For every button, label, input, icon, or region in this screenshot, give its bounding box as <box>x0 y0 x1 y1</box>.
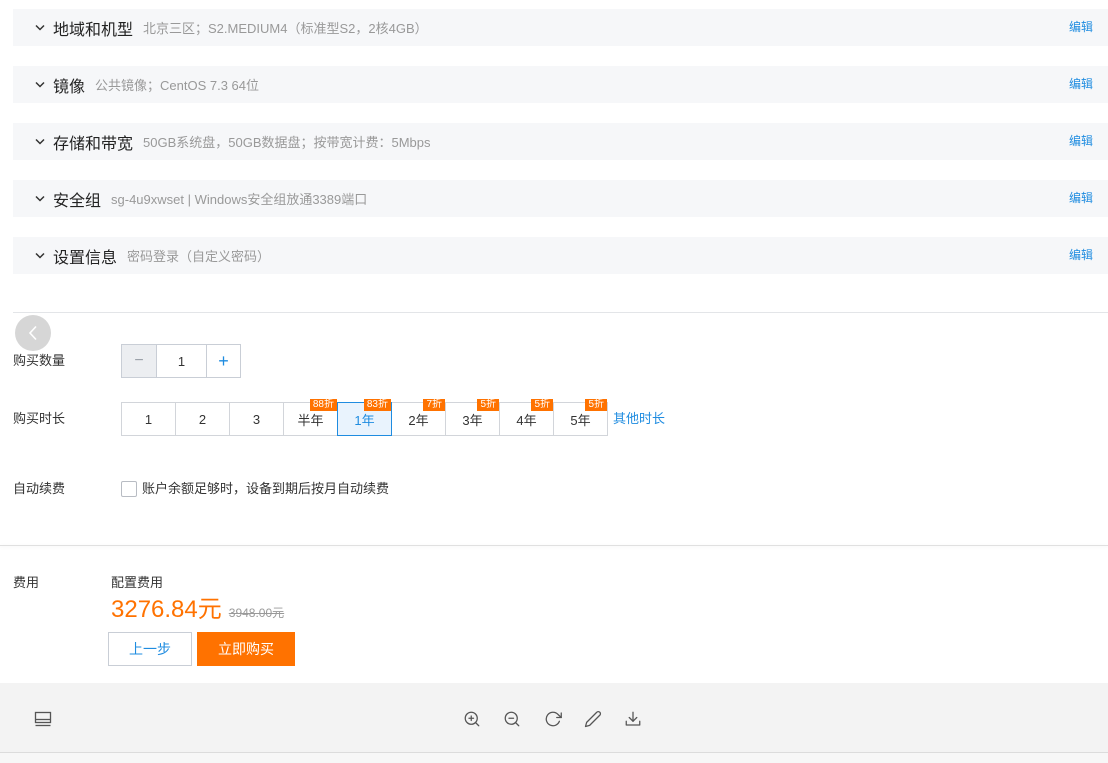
duration-selector: 1 2 3 半年 88折 1年 83折 2年 7折 3年 5折 4年 5折 5年… <box>121 399 608 436</box>
price-line: 3276.84元 3948.00元 <box>111 594 284 626</box>
quantity-label: 购买数量 <box>13 353 66 368</box>
buy-now-button[interactable]: 立即购买 <box>197 632 295 666</box>
chevron-left-icon[interactable] <box>28 325 38 341</box>
discount-badge: 7折 <box>423 399 445 411</box>
increment-button[interactable]: + <box>206 345 240 377</box>
edit-link[interactable]: 编辑 <box>1069 237 1093 274</box>
chevron-down-icon[interactable] <box>35 195 45 202</box>
duration-option-label: 1年 <box>354 412 375 428</box>
section-header-text: 存储和带宽 50GB系统盘，50GB数据盘；按带宽计费：5Mbps <box>53 123 431 160</box>
fee-divider <box>0 545 1108 546</box>
section-summary: sg-4u9xwset | Windows安全组放通3389端口 <box>111 192 368 207</box>
zoom-out-icon[interactable] <box>503 710 521 728</box>
duration-label: 购买时长 <box>13 411 66 426</box>
carousel-back-button[interactable] <box>15 315 51 351</box>
discount-badge: 83折 <box>363 399 391 411</box>
viewer-toolbar <box>0 683 1108 752</box>
discount-badge: 5折 <box>531 399 553 411</box>
duration-option-2[interactable]: 2 <box>175 402 230 436</box>
download-icon[interactable] <box>624 710 642 728</box>
duration-option-label: 5年 <box>570 412 591 428</box>
edit-link[interactable]: 编辑 <box>1069 66 1093 103</box>
section-header-text: 镜像 公共镜像；CentOS 7.3 64位 <box>53 66 259 103</box>
section-summary: 50GB系统盘，50GB数据盘；按带宽计费：5Mbps <box>143 135 431 150</box>
duration-option-label: 2 <box>198 411 207 427</box>
current-price: 3276.84元 <box>111 596 222 623</box>
section-summary: 北京三区；S2.MEDIUM4（标准型S2，2核4GB） <box>143 21 428 36</box>
discount-badge: 5折 <box>585 399 607 411</box>
original-price: 3948.00元 <box>228 606 285 620</box>
quantity-input[interactable] <box>157 345 206 377</box>
chevron-down-icon[interactable] <box>35 24 45 31</box>
zoom-in-icon[interactable] <box>463 710 481 728</box>
section-summary: 公共镜像；CentOS 7.3 64位 <box>95 78 260 93</box>
edit-link[interactable]: 编辑 <box>1069 180 1093 217</box>
discount-badge: 88折 <box>309 399 337 411</box>
section-image[interactable]: 镜像 公共镜像；CentOS 7.3 64位 编辑 <box>13 66 1108 103</box>
duration-option-label: 2年 <box>408 412 429 428</box>
duration-option-3-years[interactable]: 3年 5折 <box>445 399 500 436</box>
duration-option-4-years[interactable]: 4年 5折 <box>499 399 554 436</box>
fee-label: 费用 <box>13 575 40 590</box>
chevron-down-icon[interactable] <box>35 81 45 88</box>
monitor-icon[interactable] <box>34 711 52 727</box>
duration-option-3[interactable]: 3 <box>229 402 284 436</box>
section-security-group[interactable]: 安全组 sg-4u9xwset | Windows安全组放通3389端口 编辑 <box>13 180 1108 217</box>
section-storage-and-bandwidth[interactable]: 存储和带宽 50GB系统盘，50GB数据盘；按带宽计费：5Mbps 编辑 <box>13 123 1108 160</box>
duration-option-half-year[interactable]: 半年 88折 <box>283 399 338 436</box>
auto-renew-checkbox[interactable] <box>121 481 137 497</box>
duration-option-label: 4年 <box>516 412 537 428</box>
discount-badge: 5折 <box>477 399 499 411</box>
section-title: 地域和机型 <box>53 21 134 39</box>
duration-option-label: 3 <box>252 411 261 427</box>
section-header-text: 地域和机型 北京三区；S2.MEDIUM4（标准型S2，2核4GB） <box>53 9 428 46</box>
section-region-and-instance[interactable]: 地域和机型 北京三区；S2.MEDIUM4（标准型S2，2核4GB） 编辑 <box>13 9 1108 46</box>
other-duration-link[interactable]: 其他时长 <box>613 409 665 429</box>
duration-option-1[interactable]: 1 <box>121 402 176 436</box>
decrement-button[interactable]: − <box>122 345 157 377</box>
chevron-down-icon[interactable] <box>35 138 45 145</box>
edit-link[interactable]: 编辑 <box>1069 123 1093 160</box>
section-header-text: 安全组 sg-4u9xwset | Windows安全组放通3389端口 <box>53 180 367 217</box>
previous-step-button[interactable]: 上一步 <box>108 632 192 666</box>
duration-option-label: 3年 <box>462 412 483 428</box>
config-fee-label: 配置费用 <box>111 575 164 590</box>
duration-option-label: 1 <box>144 411 153 427</box>
toolbar-bottom-strip <box>0 752 1108 763</box>
duration-option-1-year[interactable]: 1年 83折 <box>337 399 392 436</box>
edit-link[interactable]: 编辑 <box>1069 9 1093 46</box>
auto-renew-label: 自动续费 <box>13 481 66 496</box>
section-title: 设置信息 <box>53 249 118 267</box>
section-divider <box>13 312 1108 313</box>
chevron-down-icon[interactable] <box>35 252 45 259</box>
edit-icon[interactable] <box>584 710 602 728</box>
section-title: 镜像 <box>53 78 86 96</box>
section-summary: 密码登录（自定义密码） <box>127 249 271 264</box>
section-title: 存储和带宽 <box>53 135 134 153</box>
duration-option-2-years[interactable]: 2年 7折 <box>391 399 446 436</box>
auto-renew-checkbox-label[interactable]: 账户余额足够时，设备到期后按月自动续费 <box>142 479 389 499</box>
duration-option-label: 半年 <box>297 412 324 428</box>
rotate-icon[interactable] <box>544 710 562 728</box>
section-header-text: 设置信息 密码登录（自定义密码） <box>53 237 270 274</box>
quantity-stepper: − + <box>121 344 241 378</box>
section-settings[interactable]: 设置信息 密码登录（自定义密码） 编辑 <box>13 237 1108 274</box>
duration-option-5-years[interactable]: 5年 5折 <box>553 399 608 436</box>
section-title: 安全组 <box>53 192 102 210</box>
